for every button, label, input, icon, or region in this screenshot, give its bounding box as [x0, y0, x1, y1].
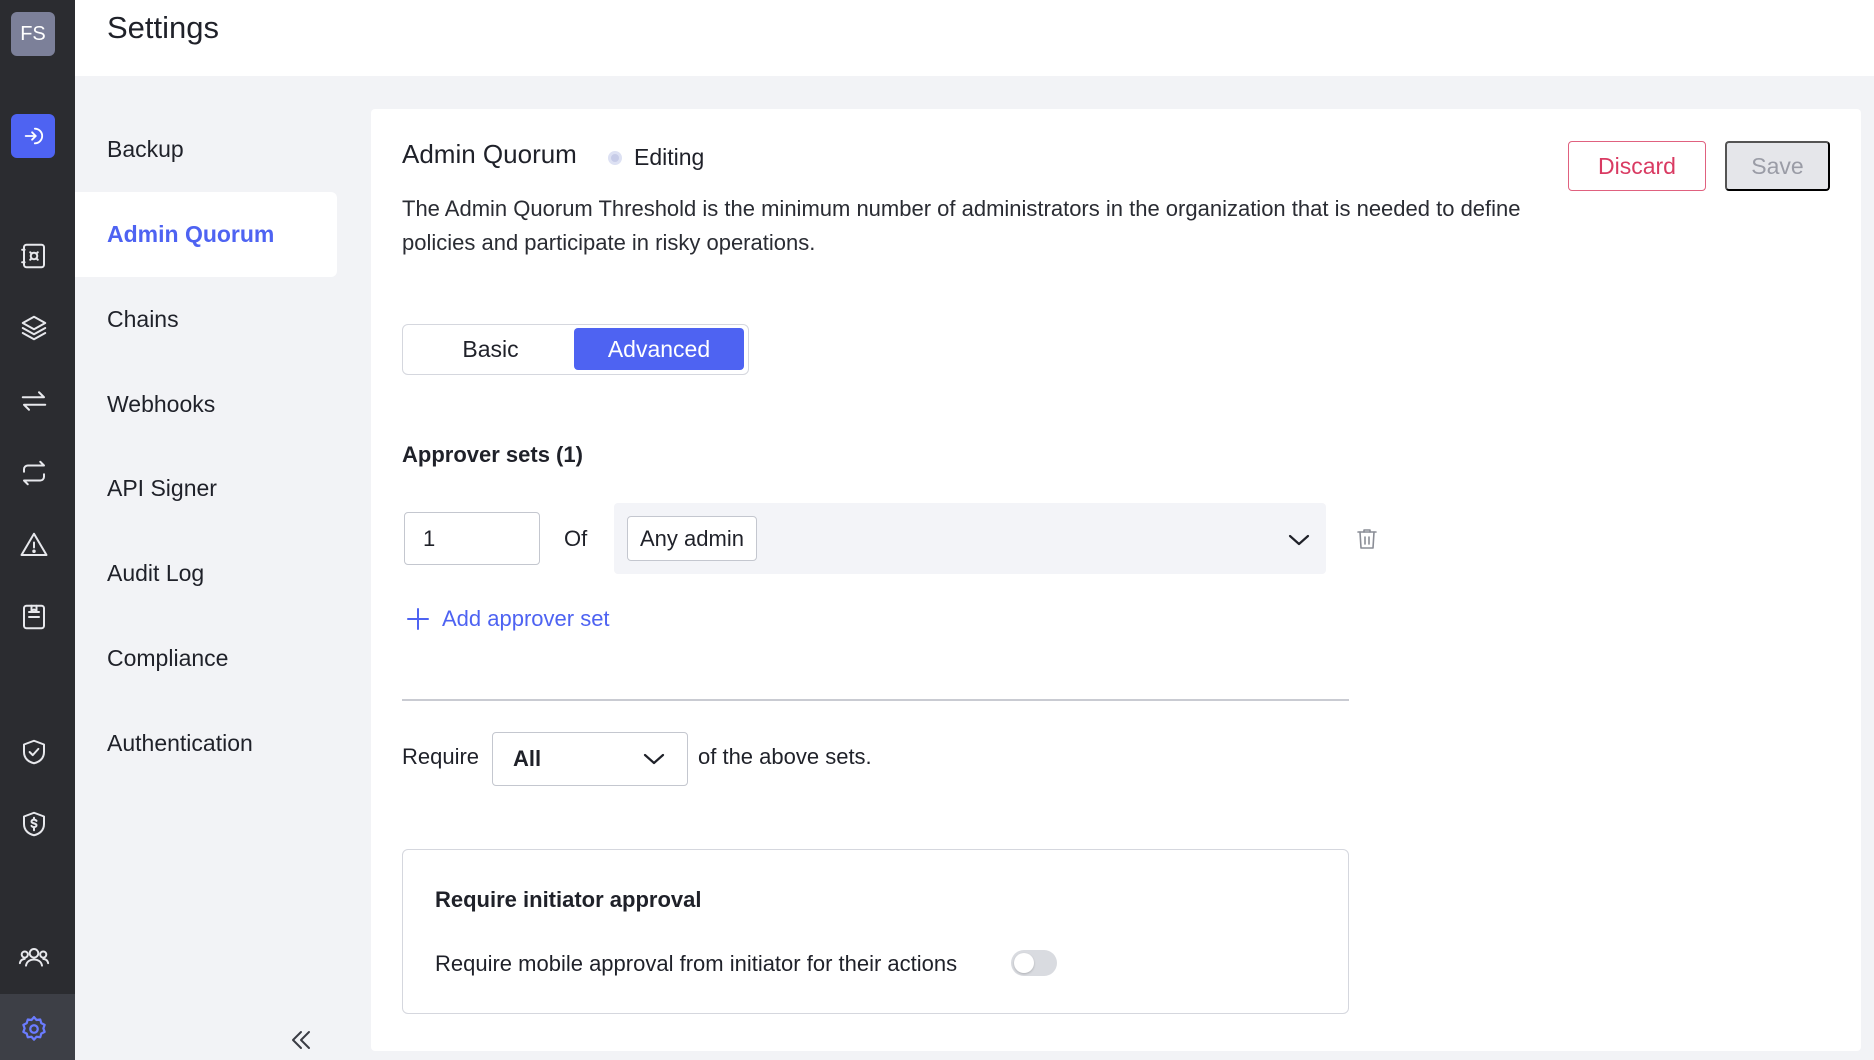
approver-count-input[interactable]: 1: [404, 512, 540, 565]
tab-basic[interactable]: Basic: [407, 328, 574, 370]
require-sets-value: All: [513, 746, 542, 771]
nav-item-authentication[interactable]: Authentication: [75, 701, 337, 786]
users-icon[interactable]: [17, 940, 51, 974]
add-approver-set-button[interactable]: Add approver set: [406, 606, 610, 632]
avatar[interactable]: FS: [11, 12, 55, 56]
nav-item-compliance[interactable]: Compliance: [75, 616, 337, 701]
nav-item-api-signer[interactable]: API Signer: [75, 446, 337, 531]
status-dot-icon: [608, 150, 622, 165]
add-approver-set-label: Add approver set: [442, 606, 610, 631]
initiator-approval-toggle[interactable]: [1011, 950, 1057, 976]
shield-check-icon[interactable]: [17, 735, 51, 769]
nav-item-admin-quorum[interactable]: Admin Quorum: [75, 192, 337, 277]
nav-item-chains[interactable]: Chains: [75, 277, 337, 362]
chevron-down-icon[interactable]: [1284, 525, 1314, 555]
report-icon[interactable]: [17, 600, 51, 634]
discard-button[interactable]: Discard: [1568, 141, 1706, 191]
warning-icon[interactable]: [17, 528, 51, 562]
shield-dollar-icon[interactable]: [17, 807, 51, 841]
plus-icon: [407, 608, 429, 630]
settings-nav: Backup Admin Quorum Chains Webhooks API …: [75, 76, 371, 1060]
settings-icon[interactable]: [17, 1012, 51, 1046]
panel-title: Admin Quorum: [402, 139, 577, 169]
page-title: Settings: [107, 10, 220, 45]
toggle-knob: [1014, 953, 1034, 973]
approver-sets-heading: Approver sets (1): [402, 442, 583, 467]
mode-toggle: Basic Advanced: [402, 324, 749, 375]
tab-advanced[interactable]: Advanced: [574, 328, 744, 370]
collapse-sidebar-icon[interactable]: [285, 1024, 317, 1056]
nav-item-backup[interactable]: Backup: [75, 107, 337, 192]
initiator-approval-card: Require initiator approval Require mobil…: [402, 849, 1349, 1014]
nav-item-audit-log[interactable]: Audit Log: [75, 531, 337, 616]
of-label: Of: [564, 526, 588, 551]
page-header: Settings: [75, 0, 1874, 76]
approver-group-select[interactable]: Any admin: [614, 503, 1326, 574]
repeat-icon[interactable]: [17, 456, 51, 490]
login-icon[interactable]: [11, 114, 55, 158]
status-label: Editing: [634, 144, 705, 170]
require-label: Require: [402, 744, 480, 769]
save-button[interactable]: Save: [1725, 141, 1830, 191]
initiator-approval-text: Require mobile approval from initiator f…: [435, 951, 958, 976]
require-sets-select[interactable]: All: [492, 732, 688, 786]
trash-icon[interactable]: [1353, 525, 1381, 553]
status-badge: Editing: [608, 144, 704, 171]
nav-item-webhooks[interactable]: Webhooks: [75, 362, 337, 447]
layers-icon[interactable]: [17, 311, 51, 345]
admin-quorum-panel: Admin Quorum Editing Discard Save The Ad…: [371, 109, 1861, 1051]
vault-icon[interactable]: [17, 239, 51, 273]
transfer-icon[interactable]: [17, 384, 51, 418]
chevron-down-icon: [641, 746, 667, 772]
require-suffix: of the above sets.: [698, 744, 872, 769]
approver-group-chip[interactable]: Any admin: [627, 516, 757, 561]
initiator-approval-title: Require initiator approval: [435, 887, 702, 912]
panel-description: The Admin Quorum Threshold is the minimu…: [402, 196, 1521, 255]
app-rail: FS: [0, 0, 75, 1060]
divider: [402, 699, 1349, 701]
